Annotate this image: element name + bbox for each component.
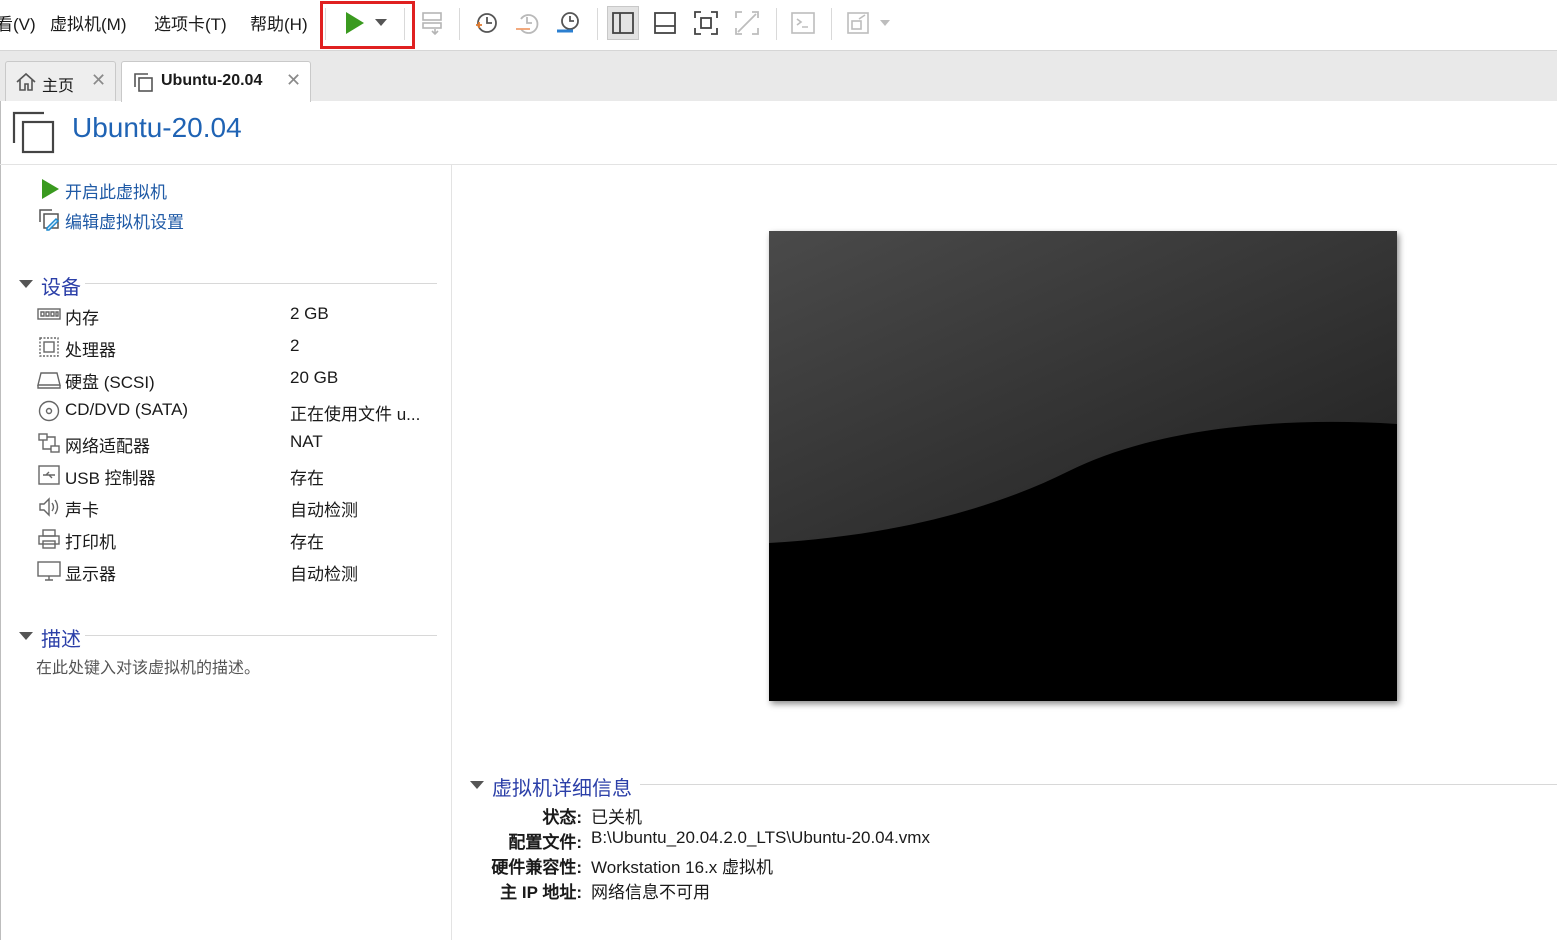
cd-dvd-icon bbox=[37, 400, 61, 422]
menu-tabs[interactable]: 选项卡(T) bbox=[154, 10, 227, 35]
devices-section-title[interactable]: 设备 bbox=[41, 271, 81, 300]
toolbar-separator bbox=[776, 8, 777, 40]
device-name[interactable]: 声卡 bbox=[65, 496, 99, 521]
tab-ubuntu[interactable]: Ubuntu-20.04 ✕ bbox=[121, 61, 311, 102]
stretch-view-icon[interactable] bbox=[843, 6, 875, 40]
detail-label: 配置文件: bbox=[508, 833, 582, 852]
play-icon[interactable] bbox=[338, 6, 370, 40]
library-view-icon[interactable] bbox=[607, 6, 639, 40]
stretch-dropdown-arrow-icon[interactable] bbox=[874, 6, 896, 40]
menu-vm[interactable]: 虚拟机(M) bbox=[50, 10, 126, 35]
play-icon[interactable] bbox=[39, 178, 61, 205]
tab-label: 主页 bbox=[42, 78, 75, 95]
tab-label: Ubuntu-20.04 bbox=[161, 72, 263, 89]
send-keys-icon[interactable] bbox=[416, 6, 448, 40]
detail-label: 主 IP 地址: bbox=[500, 883, 582, 902]
divider bbox=[0, 101, 1, 940]
detail-label: 硬件兼容性: bbox=[491, 858, 582, 877]
divider bbox=[85, 635, 437, 636]
network-icon bbox=[37, 432, 61, 454]
edit-settings-link[interactable]: 编辑虚拟机设置 bbox=[65, 208, 184, 233]
tab-bar: 主页 ✕ Ubuntu-20.04 ✕ bbox=[0, 51, 1557, 102]
page-title: Ubuntu-20.04 bbox=[72, 112, 242, 143]
device-value: 自动检测 bbox=[290, 565, 358, 584]
divider bbox=[0, 164, 1557, 165]
details-section-title[interactable]: 虚拟机详细信息 bbox=[492, 772, 632, 801]
unity-icon[interactable] bbox=[731, 6, 763, 40]
console-icon[interactable] bbox=[787, 6, 819, 40]
device-name[interactable]: USB 控制器 bbox=[65, 464, 156, 489]
description-section-title[interactable]: 描述 bbox=[41, 623, 81, 652]
vm-large-icon bbox=[11, 110, 57, 161]
device-value: NAT bbox=[290, 432, 323, 451]
thumbnail-bar-icon[interactable] bbox=[649, 6, 681, 40]
toolbar-separator bbox=[459, 8, 460, 40]
device-value: 存在 bbox=[290, 533, 324, 552]
detail-value: 网络信息不可用 bbox=[591, 883, 710, 902]
description-input[interactable]: 在此处键入对该虚拟机的描述。 bbox=[36, 654, 260, 678]
hard-disk-icon bbox=[37, 368, 61, 390]
usb-icon bbox=[37, 464, 61, 486]
detail-value: Workstation 16.x 虚拟机 bbox=[591, 858, 774, 877]
pane-divider bbox=[451, 165, 452, 940]
detail-value: 已关机 bbox=[591, 808, 642, 827]
device-value: 2 GB bbox=[290, 304, 329, 323]
collapse-icon[interactable] bbox=[19, 280, 33, 288]
sound-icon bbox=[37, 496, 61, 518]
detail-label: 状态: bbox=[542, 808, 582, 827]
device-name[interactable]: 打印机 bbox=[65, 528, 116, 553]
cpu-icon bbox=[37, 336, 61, 358]
toolbar: 看(V) 虚拟机(M) 选项卡(T) 帮助(H) bbox=[0, 0, 1557, 51]
device-name[interactable]: CD/DVD (SATA) bbox=[65, 400, 188, 420]
toolbar-separator bbox=[597, 8, 598, 40]
revert-snapshot-icon[interactable] bbox=[511, 6, 543, 40]
device-name[interactable]: 硬盘 (SCSI) bbox=[65, 368, 155, 393]
menu-help[interactable]: 帮助(H) bbox=[250, 10, 308, 35]
collapse-icon[interactable] bbox=[19, 632, 33, 640]
device-name[interactable]: 内存 bbox=[65, 304, 99, 329]
full-screen-icon[interactable] bbox=[690, 6, 722, 40]
collapse-icon[interactable] bbox=[470, 781, 484, 789]
detail-value: B:\Ubuntu_20.04.2.0_LTS\Ubuntu-20.04.vmx bbox=[591, 828, 930, 847]
device-name[interactable]: 显示器 bbox=[65, 560, 116, 585]
toolbar-separator bbox=[404, 8, 405, 40]
close-icon[interactable]: ✕ bbox=[286, 70, 301, 91]
printer-icon bbox=[37, 528, 61, 550]
device-value: 20 GB bbox=[290, 368, 339, 387]
snapshot-icon[interactable] bbox=[470, 6, 502, 40]
device-value: 存在 bbox=[290, 469, 324, 488]
dropdown-arrow-icon[interactable] bbox=[368, 6, 394, 40]
vm-screen-thumbnail[interactable] bbox=[769, 231, 1397, 701]
edit-settings-icon[interactable] bbox=[38, 208, 62, 237]
power-on-link[interactable]: 开启此虚拟机 bbox=[65, 178, 167, 203]
device-name[interactable]: 处理器 bbox=[65, 336, 116, 361]
close-icon[interactable]: ✕ bbox=[91, 70, 106, 91]
device-value: 自动检测 bbox=[290, 501, 358, 520]
home-icon bbox=[15, 71, 37, 98]
divider bbox=[640, 784, 1557, 785]
device-value: 2 bbox=[290, 336, 300, 355]
snapshot-manager-icon[interactable] bbox=[552, 6, 584, 40]
monitor-icon bbox=[37, 560, 61, 582]
memory-icon bbox=[37, 305, 61, 327]
divider bbox=[85, 283, 437, 284]
menu-view[interactable]: 看(V) bbox=[0, 10, 36, 35]
vm-icon bbox=[132, 71, 154, 98]
device-value: 正在使用文件 u... bbox=[290, 405, 421, 424]
device-name[interactable]: 网络适配器 bbox=[65, 432, 150, 457]
tab-home[interactable]: 主页 ✕ bbox=[5, 61, 116, 101]
toolbar-separator bbox=[831, 8, 832, 40]
